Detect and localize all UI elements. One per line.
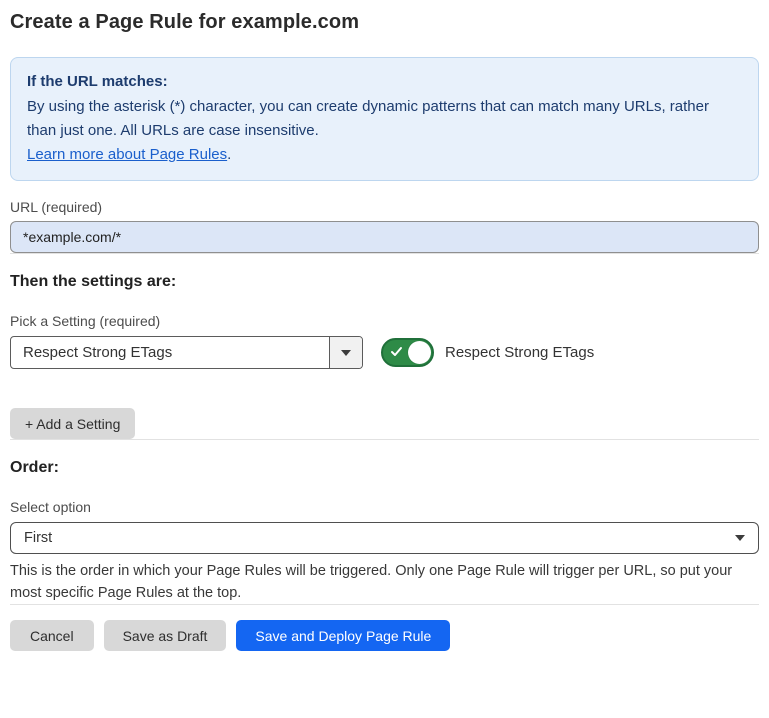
page-title: Create a Page Rule for example.com	[10, 0, 759, 34]
form-actions: Cancel Save as Draft Save and Deploy Pag…	[10, 620, 759, 651]
settings-section-heading: Then the settings are:	[10, 273, 759, 291]
etags-toggle[interactable]	[381, 338, 434, 367]
toggle-label: Respect Strong ETags	[445, 344, 594, 361]
setting-row: Respect Strong ETags Respect Strong ETag…	[10, 336, 759, 369]
url-field-label: URL (required)	[10, 199, 759, 215]
toggle-knob	[408, 341, 431, 364]
url-input[interactable]	[10, 221, 759, 253]
cancel-button[interactable]: Cancel	[10, 620, 94, 651]
divider	[10, 604, 759, 605]
setting-select-value: Respect Strong ETags	[11, 337, 329, 368]
save-and-deploy-button[interactable]: Save and Deploy Page Rule	[236, 620, 450, 651]
order-help-text: This is the order in which your Page Rul…	[10, 560, 758, 604]
order-section-heading: Order:	[10, 459, 759, 477]
link-suffix: .	[227, 146, 231, 163]
add-setting-button[interactable]: + Add a Setting	[10, 408, 135, 439]
order-select-label: Select option	[10, 499, 759, 515]
info-box-body: By using the asterisk (*) character, you…	[27, 95, 742, 143]
url-match-info-box: If the URL matches: By using the asteris…	[10, 57, 759, 181]
info-box-heading: If the URL matches:	[27, 70, 742, 94]
chevron-down-icon	[341, 350, 351, 356]
divider	[10, 439, 759, 440]
order-select[interactable]: First	[10, 522, 759, 554]
save-as-draft-button[interactable]: Save as Draft	[104, 620, 227, 651]
order-select-value: First	[24, 530, 52, 546]
chevron-down-icon	[735, 535, 745, 541]
check-icon	[390, 345, 403, 363]
learn-more-link[interactable]: Learn more about Page Rules	[27, 146, 227, 163]
pick-setting-label: Pick a Setting (required)	[10, 313, 759, 329]
setting-select-arrow-button[interactable]	[329, 337, 362, 368]
info-box-link-line: Learn more about Page Rules.	[27, 143, 742, 167]
setting-select[interactable]: Respect Strong ETags	[10, 336, 363, 369]
divider	[10, 253, 759, 254]
page-rule-form: Create a Page Rule for example.com If th…	[0, 0, 769, 651]
